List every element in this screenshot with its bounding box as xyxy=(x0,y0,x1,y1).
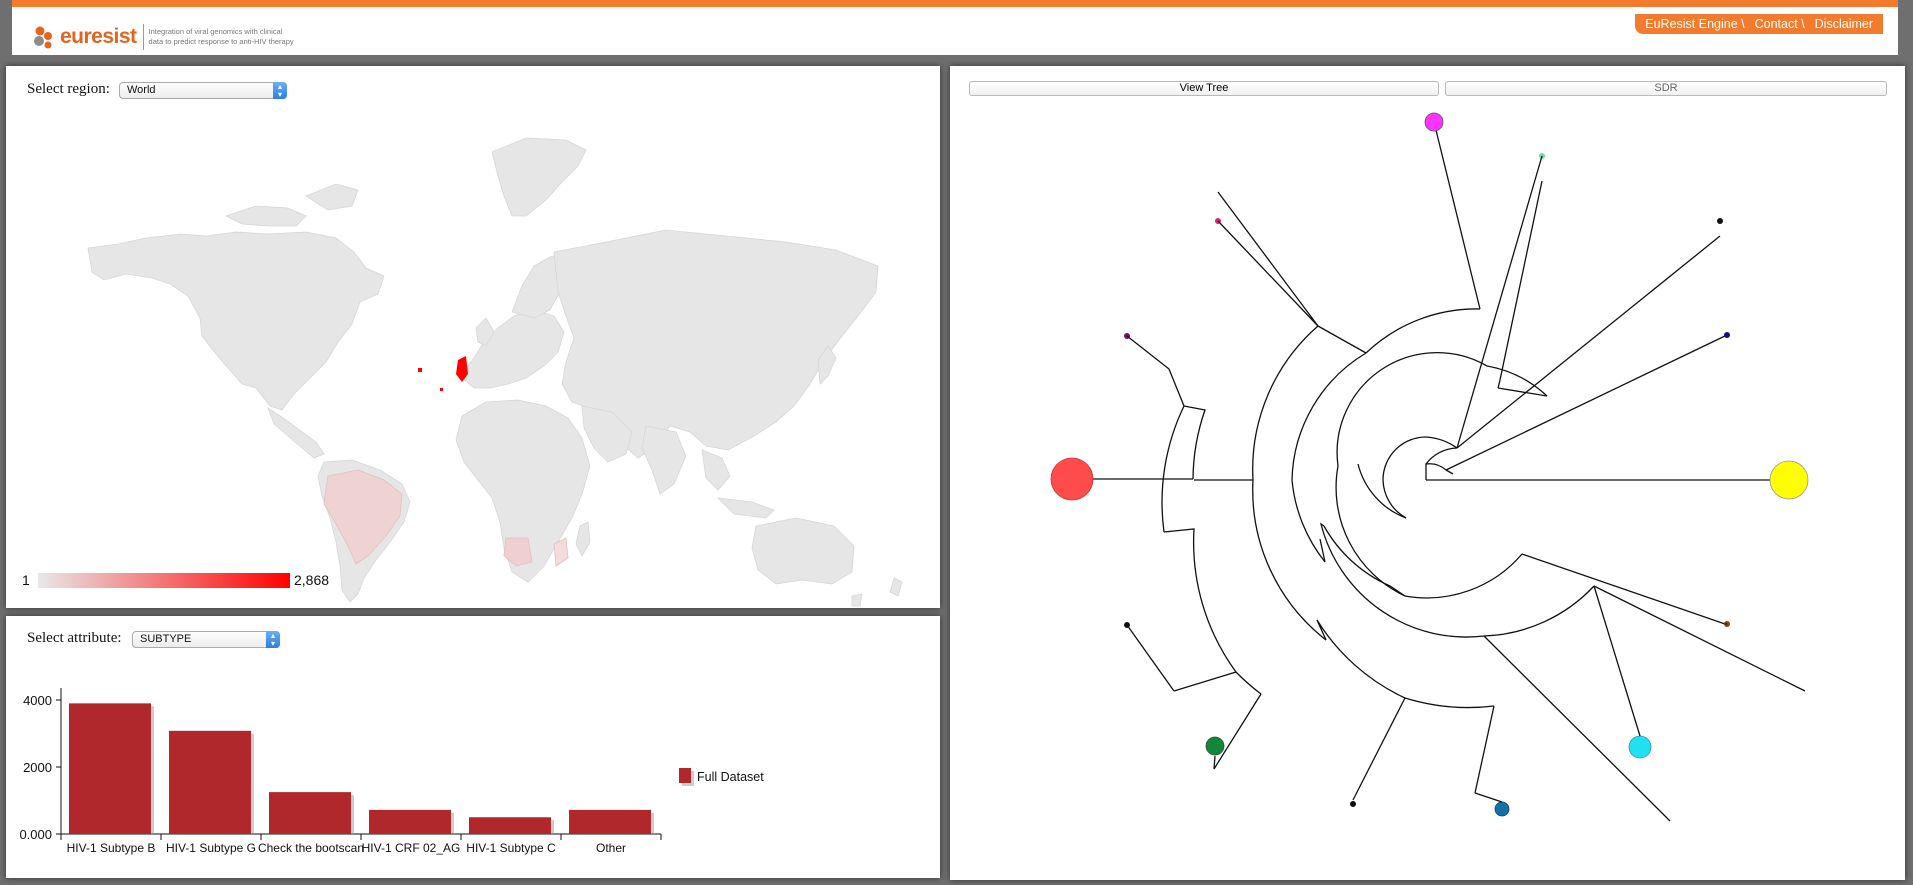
legend-swatch xyxy=(679,768,691,783)
attribute-panel: Select attribute: SUBTYPE ▴ ▾ 4000 2000 0.0… xyxy=(6,616,940,878)
bar-5 xyxy=(569,809,651,834)
logo-mark-icon xyxy=(32,24,58,50)
tree-panel: View Tree SDR xyxy=(950,66,1905,880)
bar-0 xyxy=(69,703,151,834)
bar-3 xyxy=(369,809,451,834)
x-tick-label: Check the bootscan xyxy=(258,841,364,855)
x-tick-label: Other xyxy=(596,841,626,855)
bar-1 xyxy=(169,730,251,834)
x-tick-label: HIV-1 Subtype C xyxy=(466,841,556,855)
map-new-zealand xyxy=(889,577,903,597)
map-madeira xyxy=(440,388,443,391)
node-red xyxy=(1050,457,1094,501)
logo-divider xyxy=(142,24,144,50)
map-north-america xyxy=(87,231,385,411)
phylogenetic-tree[interactable] xyxy=(950,66,1905,880)
map-madagascar xyxy=(575,521,591,557)
x-tick-label: HIV-1 Subtype B xyxy=(67,841,156,855)
world-map[interactable] xyxy=(6,66,940,608)
logo-text: euresist xyxy=(60,25,137,48)
tagline-line-1: Integration of viral genomics with clini… xyxy=(148,27,283,36)
map-panel: Select region: World ▴ ▾ 1 2,868 xyxy=(6,66,940,608)
bar-2 xyxy=(269,792,351,834)
map-australia xyxy=(751,517,855,585)
logo-tagline: Integration of viral genomics with clini… xyxy=(149,27,299,47)
y-tick-label: 0.000 xyxy=(19,827,52,842)
subtype-bar-chart: 4000 2000 0.000 HIV-1 Subtype B HIV-1 Subtyp… xyxy=(19,688,764,855)
node-blue xyxy=(1494,801,1510,817)
map-azores xyxy=(418,368,422,372)
map-se-asia xyxy=(701,449,731,491)
map-legend-gradient xyxy=(38,573,290,588)
y-tick-label: 2000 xyxy=(23,760,52,775)
euresist-logo[interactable]: euresist Integration of viral genomics w… xyxy=(32,21,299,53)
node-cyan xyxy=(1628,735,1652,759)
node-black-1 xyxy=(1717,218,1723,224)
map-india xyxy=(641,425,687,495)
x-tick-label: HIV-1 CRF 02_AG xyxy=(362,841,461,855)
y-tick-label: 4000 xyxy=(23,693,52,708)
node-green xyxy=(1205,736,1225,756)
tagline-line-2: data to predict response to anti-HIV the… xyxy=(148,37,294,46)
site-header: euresist Integration of viral genomics w… xyxy=(12,0,1898,55)
nav-euresist-engine[interactable]: EuResist Engine \ xyxy=(1645,17,1744,31)
x-tick-label: HIV-1 Subtype G xyxy=(166,841,256,855)
top-nav: EuResist Engine \ Contact \ Disclaimer xyxy=(1635,14,1883,34)
node-black-3 xyxy=(1350,801,1356,807)
legend-label: Full Dataset xyxy=(697,770,764,784)
map-legend-max: 2,868 xyxy=(294,572,330,588)
node-navy xyxy=(1724,332,1730,338)
nav-contact[interactable]: Contact \ xyxy=(1755,17,1805,31)
tree-branches xyxy=(1076,121,1806,822)
nav-disclaimer[interactable]: Disclaimer xyxy=(1815,17,1873,31)
map-legend-min: 1 xyxy=(22,572,30,588)
node-yellow xyxy=(1769,460,1809,500)
map-europe xyxy=(459,309,565,389)
map-greenland xyxy=(491,137,587,217)
bar-4 xyxy=(469,817,551,834)
map-central-america xyxy=(267,406,325,459)
map-canada-islands xyxy=(224,205,307,227)
node-magenta xyxy=(1424,112,1444,132)
